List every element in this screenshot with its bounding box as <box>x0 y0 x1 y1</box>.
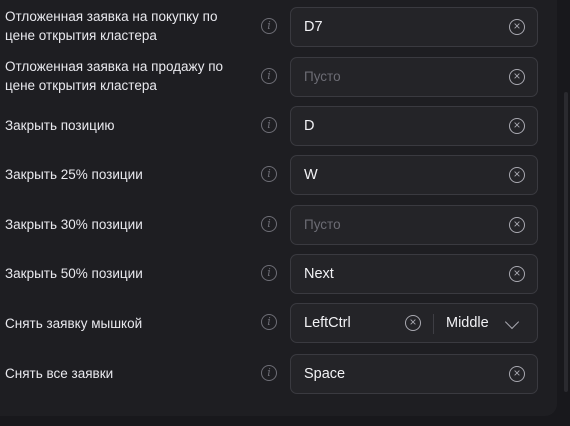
info-icon[interactable]: i <box>261 18 277 34</box>
mouse-button-select[interactable]: Middle <box>446 304 489 342</box>
hotkey-placeholder: Пусто <box>304 69 341 84</box>
row-label-line: цене открытия кластера <box>5 78 157 93</box>
info-icon[interactable]: i <box>261 365 277 381</box>
row-label: Закрыть позицию <box>5 118 115 133</box>
hotkey-input[interactable]: Next × <box>290 254 538 294</box>
hotkey-value: LeftCtrl <box>304 315 351 331</box>
hotkey-value: D <box>304 118 315 134</box>
row-label: Закрыть 50% позиции <box>5 266 143 281</box>
row-label-line: цене открытия кластера <box>5 28 157 43</box>
clear-circle-x-icon[interactable]: × <box>509 69 525 85</box>
clear-circle-x-icon[interactable]: × <box>405 315 421 331</box>
clear-circle-x-icon[interactable]: × <box>509 217 525 233</box>
hotkey-input[interactable]: W × <box>290 155 538 195</box>
row-label: Отложенная заявка на продажу по цене отк… <box>5 57 223 95</box>
hotkey-placeholder: Пусто <box>304 217 341 232</box>
row-label-line: Отложенная заявка на покупку по <box>5 9 218 24</box>
chevron-down-icon[interactable] <box>504 314 520 330</box>
hotkey-value: W <box>304 167 318 183</box>
hotkey-input[interactable]: Пусто × <box>290 57 538 97</box>
info-icon[interactable]: i <box>261 117 277 133</box>
info-icon[interactable]: i <box>261 68 277 84</box>
row-label: Снять все заявки <box>5 366 114 381</box>
row-label: Закрыть 25% позиции <box>5 167 143 182</box>
hotkey-value: Space <box>304 366 346 382</box>
info-icon[interactable]: i <box>261 166 277 182</box>
clear-circle-x-icon[interactable]: × <box>509 366 525 382</box>
hotkey-input[interactable]: D7 × <box>290 7 538 47</box>
scroll-thumb[interactable] <box>564 92 568 392</box>
row-label: Отложенная заявка на покупку по цене отк… <box>5 7 217 45</box>
row-label: Снять заявку мышкой <box>5 316 143 331</box>
info-icon[interactable]: i <box>261 265 277 281</box>
hotkey-value: Next <box>304 266 334 282</box>
clear-circle-x-icon[interactable]: × <box>509 118 525 134</box>
hotkey-input[interactable]: D × <box>290 106 538 146</box>
info-icon[interactable]: i <box>261 216 277 232</box>
clear-circle-x-icon[interactable]: × <box>509 167 525 183</box>
clear-circle-x-icon[interactable]: × <box>509 266 525 282</box>
clear-circle-x-icon[interactable]: × <box>509 19 525 35</box>
info-icon[interactable]: i <box>261 314 277 330</box>
hotkey-combo-input[interactable]: LeftCtrl × Middle <box>290 303 538 343</box>
hotkey-value: D7 <box>304 19 323 35</box>
hotkeys-panel: Отложенная заявка на покупку по цене отк… <box>0 0 557 416</box>
field-divider <box>433 314 434 334</box>
row-label: Закрыть 30% позиции <box>5 217 143 232</box>
row-label-line: Отложенная заявка на продажу по <box>5 59 224 74</box>
hotkey-input[interactable]: Пусто × <box>290 205 538 245</box>
scrollbar[interactable] <box>563 0 570 426</box>
hotkey-input[interactable]: Space × <box>290 354 538 394</box>
